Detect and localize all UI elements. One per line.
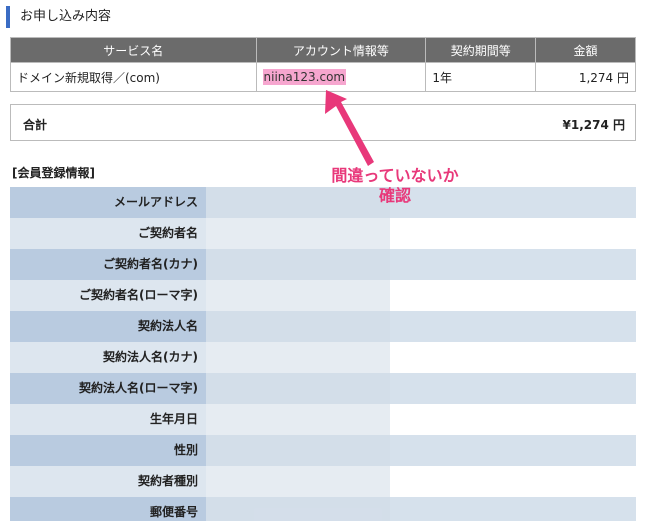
annotation-arrow <box>325 90 374 166</box>
annotation-text: 間違っていないか 確認 <box>320 166 470 206</box>
annotation-line1: 間違っていないか <box>331 166 459 185</box>
annotation-line2: 確認 <box>378 186 411 205</box>
